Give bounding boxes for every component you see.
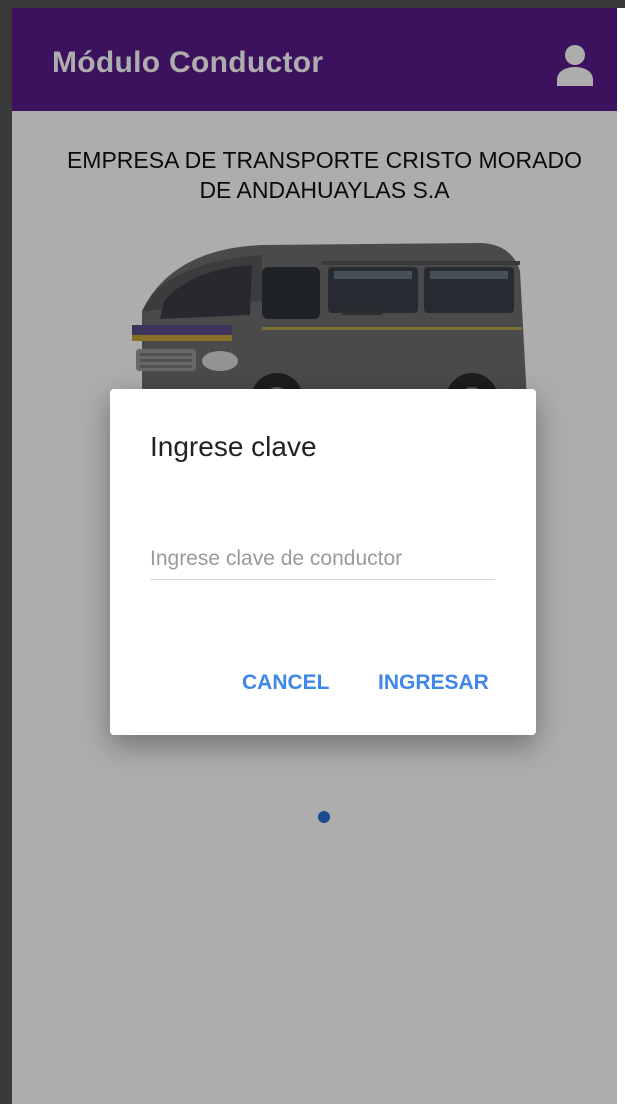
driver-password-input[interactable] — [150, 539, 495, 580]
window-frame-top — [0, 0, 625, 8]
password-dialog: Ingrese clave CANCEL INGRESAR — [110, 389, 536, 735]
ingresar-button[interactable]: INGRESAR — [378, 671, 489, 695]
cancel-button[interactable]: CANCEL — [242, 671, 330, 695]
window-frame-left — [0, 0, 12, 1104]
phone-screen: Módulo Conductor EMPRESA DE TRANSPORTE C… — [12, 8, 617, 1104]
dialog-title: Ingrese clave — [150, 431, 317, 462]
